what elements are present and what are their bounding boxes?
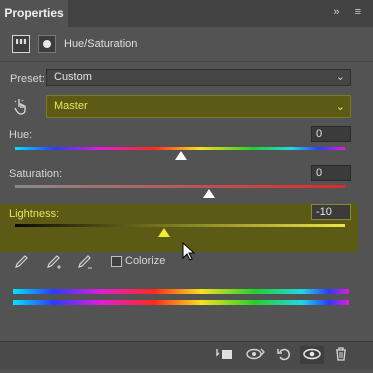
trash-icon[interactable] (331, 346, 351, 364)
output-spectrum-bar (13, 300, 349, 305)
lightness-label: Lightness: (9, 208, 60, 220)
saturation-input[interactable]: 0 (311, 165, 351, 181)
hue-input[interactable]: 0 (311, 126, 351, 142)
panel-menu-icons[interactable]: » ≡ (333, 6, 367, 18)
eyedropper-subtract-icon[interactable] (76, 254, 94, 272)
channel-value: Master (54, 100, 88, 112)
reset-icon[interactable] (274, 346, 294, 364)
lightness-slider-thumb[interactable] (158, 228, 170, 237)
lightness-input[interactable]: -10 (311, 204, 351, 220)
hue-label: Hue: (9, 129, 33, 141)
hue-slider-thumb[interactable] (175, 151, 187, 160)
preset-value: Custom (54, 71, 92, 83)
saturation-slider-thumb[interactable] (203, 189, 215, 198)
clip-to-layer-icon[interactable] (213, 346, 235, 364)
visibility-eye-icon[interactable] (300, 346, 324, 364)
preset-label: Preset: (10, 73, 45, 85)
eyedropper-add-icon[interactable] (45, 254, 63, 272)
saturation-slider-track[interactable] (15, 185, 345, 188)
input-spectrum-bar (13, 289, 349, 294)
eyedropper-icon[interactable] (13, 254, 31, 272)
mouse-cursor-icon (182, 241, 196, 265)
chevron-down-icon: ⌄ (335, 71, 345, 83)
colorize-label: Colorize (125, 255, 166, 267)
hue-slider-track[interactable] (15, 147, 345, 150)
chevron-down-icon: ⌄ (335, 101, 345, 113)
properties-tab[interactable]: Properties (0, 0, 68, 28)
saturation-label: Saturation: (9, 168, 63, 180)
lightness-slider-track[interactable] (15, 224, 345, 227)
panel-footer (0, 341, 373, 370)
view-previous-state-icon[interactable] (244, 346, 268, 364)
targeted-adjustment-hand-icon[interactable] (13, 97, 29, 115)
channel-dropdown[interactable]: Master ⌄ (46, 95, 351, 118)
panel-tab-bar: Properties » ≡ (0, 0, 373, 28)
adjustment-header: Hue/Saturation (0, 29, 373, 62)
adjustment-title: Hue/Saturation (64, 38, 138, 50)
colorize-checkbox[interactable] (111, 256, 122, 267)
mask-icon[interactable] (38, 35, 56, 53)
hue-saturation-icon[interactable] (12, 35, 30, 53)
preset-dropdown[interactable]: Custom ⌄ (46, 69, 351, 86)
